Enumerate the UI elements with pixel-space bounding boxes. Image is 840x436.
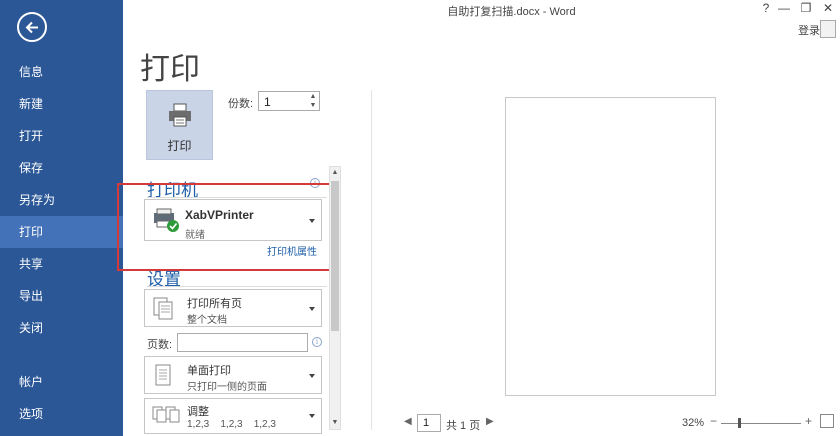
chevron-down-icon: [309, 307, 315, 311]
sides-dropdown[interactable]: 单面打印 只打印一侧的页面: [144, 356, 322, 394]
sign-in-link[interactable]: 登录: [798, 22, 820, 38]
copies-label: 份数:: [228, 98, 254, 110]
collate-dropdown[interactable]: 调整 1,2,3 1,2,3 1,2,3: [144, 398, 322, 434]
copies-stepper[interactable]: 1 ▲ ▼: [258, 91, 320, 111]
zoom-in-icon[interactable]: +: [805, 414, 812, 428]
arrow-left-icon: [25, 21, 38, 34]
nav-item-save-as[interactable]: 另存为: [0, 184, 123, 216]
window-title: 自助打复扫描.docx - Word: [447, 6, 576, 18]
backstage-nav: 信息 新建 打开 保存 另存为 打印 共享 导出 关闭 帐户 选项: [0, 56, 123, 430]
zoom-out-icon[interactable]: −: [710, 414, 717, 428]
nav-item-new[interactable]: 新建: [0, 88, 123, 120]
single-sided-icon: [155, 364, 171, 386]
back-button[interactable]: [17, 12, 47, 42]
title-bar: 自助打复扫描.docx - Word: [123, 0, 840, 18]
nav-item-open[interactable]: 打开: [0, 120, 123, 152]
settings-scrollbar[interactable]: ▲ ▼: [329, 166, 341, 430]
print-button[interactable]: 打印: [146, 90, 213, 160]
nav-item-share[interactable]: 共享: [0, 248, 123, 280]
highlight-box: [117, 183, 333, 271]
sides-label: 单面打印: [187, 365, 231, 377]
print-range-sub: 整个文档: [187, 315, 227, 326]
collate-sub: 1,2,3 1,2,3 1,2,3: [187, 419, 276, 430]
minimize-button[interactable]: —: [773, 0, 795, 18]
print-range-label: 打印所有页: [187, 298, 242, 310]
zoom-percent[interactable]: 32%: [682, 417, 704, 429]
section-divider: [147, 286, 327, 287]
nav-item-save[interactable]: 保存: [0, 152, 123, 184]
zoom-slider-track[interactable]: [721, 423, 801, 424]
pane-divider: [371, 90, 372, 430]
pages-label: 页数:: [147, 339, 173, 351]
previous-page-icon[interactable]: ◀: [404, 416, 412, 427]
printer-icon: [169, 103, 191, 127]
page-total: 共 1 页: [446, 420, 481, 432]
chevron-down-icon: [309, 414, 315, 418]
zoom-to-page-icon[interactable]: [820, 414, 834, 428]
pages-input[interactable]: [177, 333, 308, 352]
copies-up-icon[interactable]: ▲: [309, 93, 317, 101]
chevron-down-icon: [309, 374, 315, 378]
nav-item-print[interactable]: 打印: [0, 216, 123, 248]
copies-value[interactable]: 1: [264, 95, 271, 109]
collate-icon: [152, 406, 180, 423]
nav-item-options[interactable]: 选项: [0, 398, 123, 430]
next-page-icon[interactable]: ▶: [486, 416, 494, 427]
close-button[interactable]: ✕: [817, 0, 839, 18]
page-number-value[interactable]: 1: [423, 417, 429, 429]
scroll-up-icon[interactable]: ▲: [331, 168, 339, 178]
print-button-label: 打印: [167, 139, 192, 153]
nav-item-export[interactable]: 导出: [0, 280, 123, 312]
backstage-sidebar: 信息 新建 打开 保存 另存为 打印 共享 导出 关闭 帐户 选项: [0, 0, 123, 436]
nav-item-info[interactable]: 信息: [0, 56, 123, 88]
sides-sub: 只打印一侧的页面: [187, 382, 267, 393]
nav-item-account[interactable]: 帐户: [0, 366, 123, 398]
print-range-dropdown[interactable]: 打印所有页 整个文档: [144, 289, 322, 327]
zoom-slider-thumb[interactable]: [738, 418, 741, 428]
nav-item-close[interactable]: 关闭: [0, 312, 123, 344]
info-icon[interactable]: i: [312, 337, 322, 347]
copies-down-icon[interactable]: ▼: [309, 102, 317, 110]
collate-label: 调整: [187, 406, 209, 418]
page-number-input[interactable]: 1: [417, 414, 441, 432]
scroll-down-icon[interactable]: ▼: [331, 418, 339, 428]
scroll-thumb[interactable]: [331, 181, 339, 331]
page-title: 打印: [140, 53, 200, 86]
user-avatar[interactable]: [820, 20, 836, 38]
print-preview-page: [505, 97, 716, 396]
pages-icon: [153, 297, 173, 320]
restore-button[interactable]: ❐: [795, 0, 817, 18]
